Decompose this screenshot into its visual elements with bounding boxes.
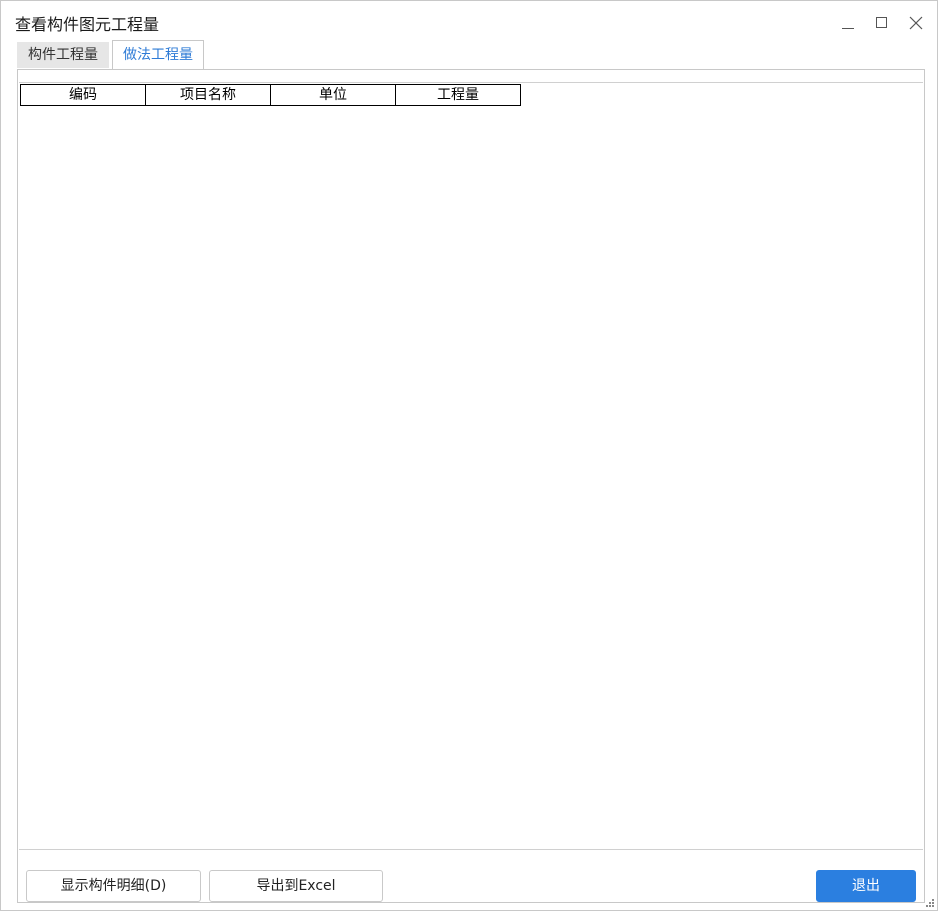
close-glyph — [909, 16, 923, 30]
tab-panel: 编码 项目名称 单位 工程量 — [17, 69, 925, 903]
column-header-unit[interactable]: 单位 — [270, 84, 396, 106]
exit-button[interactable]: 退出 — [816, 870, 916, 902]
tab-method-quantity[interactable]: 做法工程量 — [112, 40, 204, 70]
tab-component-quantity[interactable]: 构件工程量 — [17, 42, 109, 68]
maximize-box — [876, 17, 887, 28]
dialog-window: 查看构件图元工程量 构件工程量 做法工程量 编码 项目名称 单位 工程量 显示构… — [0, 0, 938, 911]
close-icon[interactable] — [905, 13, 927, 35]
minimize-icon[interactable] — [837, 13, 859, 35]
export-excel-button[interactable]: 导出到Excel — [209, 870, 383, 902]
window-title: 查看构件图元工程量 — [15, 15, 160, 34]
column-header-item-name[interactable]: 项目名称 — [145, 84, 271, 106]
title-bar: 查看构件图元工程量 — [1, 1, 937, 39]
maximize-icon[interactable] — [871, 13, 893, 35]
resize-grip-icon[interactable] — [926, 899, 934, 907]
minimize-bar — [842, 28, 854, 29]
show-component-detail-button[interactable]: 显示构件明细(D) — [26, 870, 201, 902]
column-header-quantity[interactable]: 工程量 — [395, 84, 521, 106]
column-header-code[interactable]: 编码 — [20, 84, 146, 106]
table-header-row: 编码 项目名称 单位 工程量 — [20, 84, 521, 106]
quantity-table[interactable]: 编码 项目名称 单位 工程量 — [19, 82, 923, 850]
